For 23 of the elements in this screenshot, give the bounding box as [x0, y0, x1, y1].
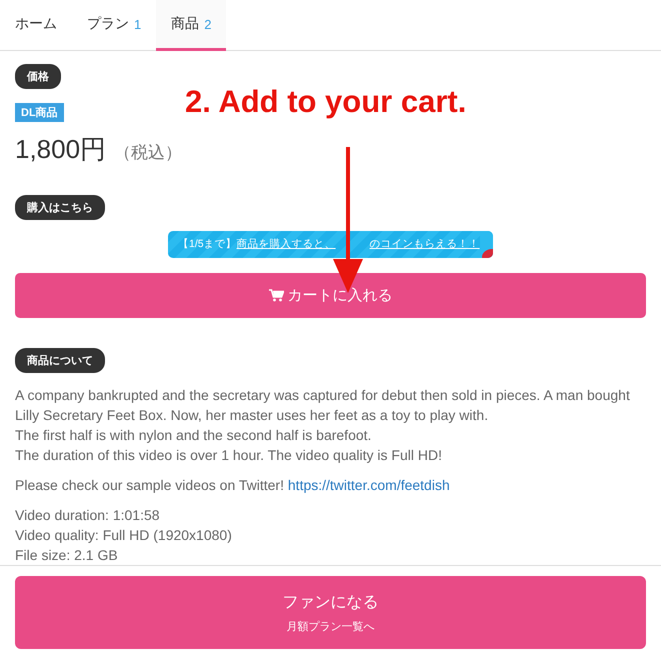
- cart-icon: [268, 288, 284, 302]
- banner-link[interactable]: のコインもらえる！！: [370, 237, 480, 252]
- banner-link[interactable]: 商品を購入すると、: [236, 237, 336, 252]
- spec-line: Video quality: Full HD (1920x1080): [15, 526, 233, 545]
- price: 1,800円: [15, 133, 106, 166]
- twitter-note: Please check our sample videos on Twitter! https://twitter.com/feetdish: [15, 476, 451, 495]
- annotation-text: 2. Add to your cart.: [185, 84, 466, 120]
- tab[interactable]: ホーム: [0, 0, 72, 51]
- add-to-cart-button[interactable]: カートに入れる: [15, 272, 646, 318]
- tax-note: （税込）: [114, 142, 182, 164]
- tab[interactable]: プラン 1: [72, 0, 156, 51]
- spec-line: Video duration: 1:01:58: [15, 506, 161, 525]
- product-type-tag: DL商品: [15, 103, 64, 122]
- twitter-link[interactable]: https://twitter.com/feetdish: [288, 477, 450, 493]
- spec-line: File size: 2.1 GB: [15, 546, 119, 565]
- section-label: 購入はこちら: [15, 195, 105, 220]
- section-label: 価格: [15, 64, 61, 89]
- promo-banner[interactable]: 【1/5まで】商品を購入すると、 のコインもらえる！！: [168, 231, 493, 258]
- banner-text: 【1/5まで】: [178, 237, 237, 252]
- description-text: A company bankrupted and the secretary was captured for debut then sold in pieces. A man bought Lilly Secretary Feet Box. Now, her master uses her feet as a toy to play with. The first half is with nylon and the second half is barefoot. The duration of this video is over 1 hour. The video quality is Full HD!: [15, 386, 631, 465]
- tab[interactable]: 商品 2: [156, 0, 226, 51]
- section-label: 商品について: [15, 348, 105, 373]
- become-fan-button[interactable]: ファンになる 月額プラン一覧へ: [15, 576, 646, 649]
